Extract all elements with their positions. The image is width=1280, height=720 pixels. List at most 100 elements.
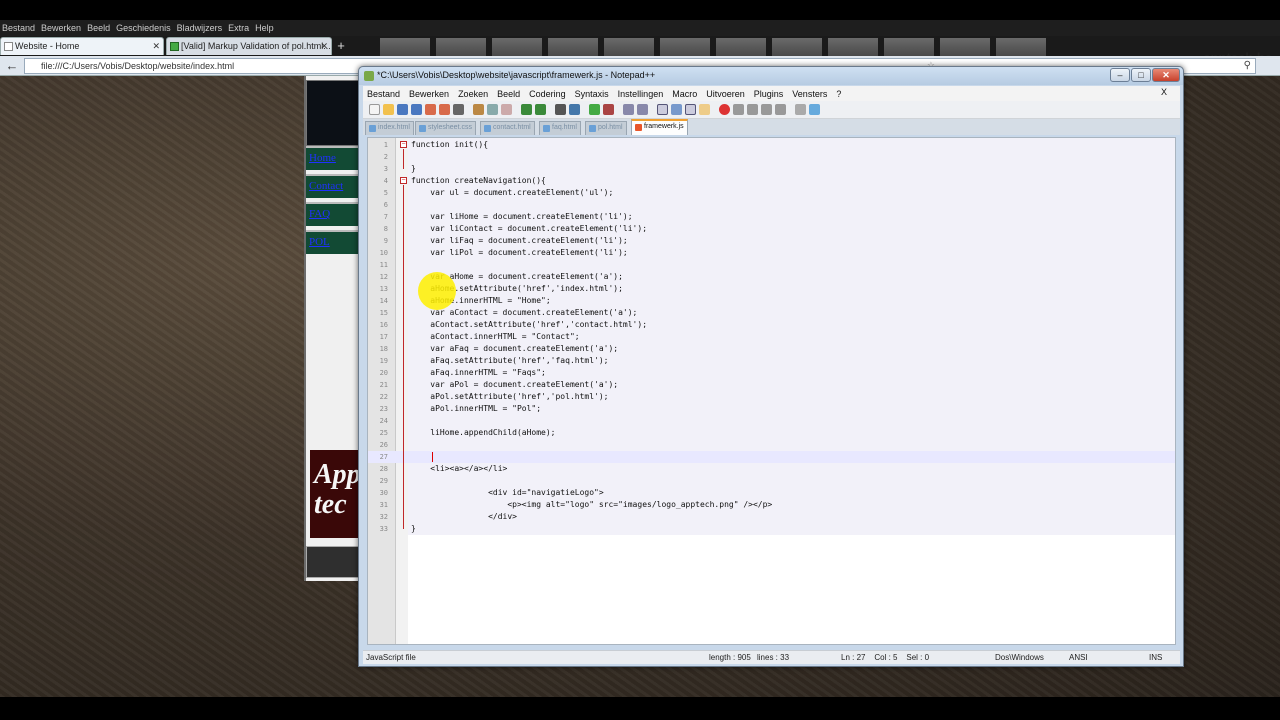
code-line[interactable]: 5 var ul = document.createElement('ul'); xyxy=(368,187,1175,199)
file-tab-stylesheet-css[interactable]: stylesheet.css xyxy=(415,121,476,135)
code-line[interactable]: 8 var liContact = document.createElement… xyxy=(368,223,1175,235)
wrap-icon[interactable] xyxy=(657,104,668,115)
code-editor[interactable]: 1 function init(){2 3} 4 function createNavi… xyxy=(367,137,1176,645)
menu-windows[interactable]: Vensters xyxy=(792,89,827,99)
menu-view[interactable]: Beeld xyxy=(497,89,520,99)
menu-plugins[interactable]: Plugins xyxy=(754,89,784,99)
code-line[interactable]: 21 var aPol = document.createElement('a'… xyxy=(368,379,1175,391)
browser-menu-bookmarks[interactable]: Bladwijzers xyxy=(177,23,223,33)
browser-menu-tools[interactable]: Extra xyxy=(228,23,249,33)
spellcheck-icon[interactable] xyxy=(795,104,806,115)
menu-run[interactable]: Uitvoeren xyxy=(706,89,745,99)
sync-v-icon[interactable] xyxy=(623,104,634,115)
code-line[interactable]: 6 xyxy=(368,199,1175,211)
code-line[interactable]: 28 <li><a></a></li> xyxy=(368,463,1175,475)
file-tab-faq-html[interactable]: faq.html xyxy=(539,121,581,135)
browser-menu-history[interactable]: Geschiedenis xyxy=(116,23,171,33)
close-tab-icon[interactable]: ✕ xyxy=(320,41,328,52)
find-icon[interactable] xyxy=(555,104,566,115)
code-line[interactable]: 24 xyxy=(368,415,1175,427)
code-line[interactable]: 1 function init(){ xyxy=(368,139,1175,151)
close-tab-icon[interactable]: ✕ xyxy=(152,41,160,52)
site-nav-home[interactable]: Home xyxy=(306,146,366,170)
menu-file[interactable]: Bestand xyxy=(367,89,400,99)
code-line[interactable]: 13 aHome.setAttribute('href','index.html… xyxy=(368,283,1175,295)
code-line[interactable]: 17 aContact.innerHTML = "Contact"; xyxy=(368,331,1175,343)
record-macro-icon[interactable] xyxy=(719,104,730,115)
code-line[interactable]: 33} xyxy=(368,523,1175,535)
save-all-icon[interactable] xyxy=(411,104,422,115)
zoom-in-icon[interactable] xyxy=(589,104,600,115)
browser-menu-view[interactable]: Beeld xyxy=(87,23,110,33)
menu-encoding[interactable]: Codering xyxy=(529,89,566,99)
code-line[interactable]: 4 function createNavigation(){ xyxy=(368,175,1175,187)
doc-map-icon[interactable] xyxy=(699,104,710,115)
save-macro-icon[interactable] xyxy=(775,104,786,115)
menu-macro[interactable]: Macro xyxy=(672,89,697,99)
code-line[interactable]: 32 </div> xyxy=(368,511,1175,523)
code-line[interactable]: 25 liHome.appendChild(aHome); xyxy=(368,427,1175,439)
back-arrow-icon[interactable]: ← xyxy=(4,58,20,74)
code-line[interactable]: 30 <div id="navigatieLogo"> xyxy=(368,487,1175,499)
code-line[interactable]: 16 aContact.setAttribute('href','contact… xyxy=(368,319,1175,331)
code-line[interactable]: 29 xyxy=(368,475,1175,487)
file-tab-framewerk-js[interactable]: framewerk.js xyxy=(631,119,688,135)
replace-icon[interactable] xyxy=(569,104,580,115)
stop-macro-icon[interactable] xyxy=(733,104,744,115)
code-line[interactable]: 15 var aContact = document.createElement… xyxy=(368,307,1175,319)
undo-icon[interactable] xyxy=(521,104,532,115)
menu-help[interactable]: ? xyxy=(836,89,841,99)
save-icon[interactable] xyxy=(397,104,408,115)
browser-menu-help[interactable]: Help xyxy=(255,23,274,33)
menu-search[interactable]: Zoeken xyxy=(458,89,488,99)
file-tab-contact-html[interactable]: contact.html xyxy=(480,121,535,135)
code-line[interactable]: 12 var aHome = document.createElement('a… xyxy=(368,271,1175,283)
all-chars-icon[interactable] xyxy=(671,104,682,115)
sync-h-icon[interactable] xyxy=(637,104,648,115)
zoom-out-icon[interactable] xyxy=(603,104,614,115)
close-document-icon[interactable]: X xyxy=(1161,87,1167,97)
fold-toggle-icon[interactable]: − xyxy=(400,177,407,184)
indent-guide-icon[interactable] xyxy=(685,104,696,115)
close-file-icon[interactable] xyxy=(425,104,436,115)
browser-menu-file[interactable]: Bestand xyxy=(2,23,35,33)
run-macro-icon[interactable] xyxy=(761,104,772,115)
code-line[interactable]: 14 aHome.innerHTML = "Home"; xyxy=(368,295,1175,307)
file-tab-index-html[interactable]: index.html xyxy=(365,121,414,135)
browser-tab-validation[interactable]: [Valid] Markup Validation of pol.html...… xyxy=(166,37,332,55)
fold-toggle-icon[interactable]: − xyxy=(400,141,407,148)
code-line[interactable]: 26 xyxy=(368,439,1175,451)
code-line[interactable]: 9 var liFaq = document.createElement('li… xyxy=(368,235,1175,247)
file-tab-pol-html[interactable]: pol.html xyxy=(585,121,627,135)
minimize-icon[interactable]: – xyxy=(1110,68,1130,82)
menu-edit[interactable]: Bewerken xyxy=(409,89,449,99)
new-tab-icon[interactable]: + xyxy=(334,39,348,53)
site-nav-contact[interactable]: Contact xyxy=(306,174,366,198)
paste-icon[interactable] xyxy=(501,104,512,115)
print-icon[interactable] xyxy=(453,104,464,115)
code-line[interactable]: 22 aPol.setAttribute('href','pol.html'); xyxy=(368,391,1175,403)
code-line[interactable]: 7 var liHome = document.createElement('l… xyxy=(368,211,1175,223)
code-line[interactable]: 31 <p><img alt="logo" src="images/logo_a… xyxy=(368,499,1175,511)
open-file-icon[interactable] xyxy=(383,104,394,115)
menu-settings[interactable]: Instellingen xyxy=(618,89,664,99)
code-line[interactable]: 11 xyxy=(368,259,1175,271)
cut-icon[interactable] xyxy=(473,104,484,115)
redo-icon[interactable] xyxy=(535,104,546,115)
maximize-icon[interactable]: □ xyxy=(1131,68,1151,82)
browser-menu-edit[interactable]: Bewerken xyxy=(41,23,81,33)
code-line[interactable]: 2 xyxy=(368,151,1175,163)
code-line[interactable]: 18 var aFaq = document.createElement('a'… xyxy=(368,343,1175,355)
copy-icon[interactable] xyxy=(487,104,498,115)
code-line[interactable]: 19 aFaq.setAttribute('href','faq.html'); xyxy=(368,355,1175,367)
site-nav-pol[interactable]: POL xyxy=(306,230,366,254)
code-line[interactable]: 23 aPol.innerHTML = "Pol"; xyxy=(368,403,1175,415)
close-window-icon[interactable]: ✕ xyxy=(1152,68,1180,82)
notepad-titlebar[interactable]: *C:\Users\Vobis\Desktop\website\javascri… xyxy=(359,67,1183,85)
site-nav-faq[interactable]: FAQ xyxy=(306,202,366,226)
code-line[interactable]: 27 xyxy=(368,451,1175,463)
browser-tab-home[interactable]: Website - Home ✕ xyxy=(0,37,164,55)
close-all-icon[interactable] xyxy=(439,104,450,115)
new-file-icon[interactable] xyxy=(369,104,380,115)
code-line[interactable]: 3} xyxy=(368,163,1175,175)
